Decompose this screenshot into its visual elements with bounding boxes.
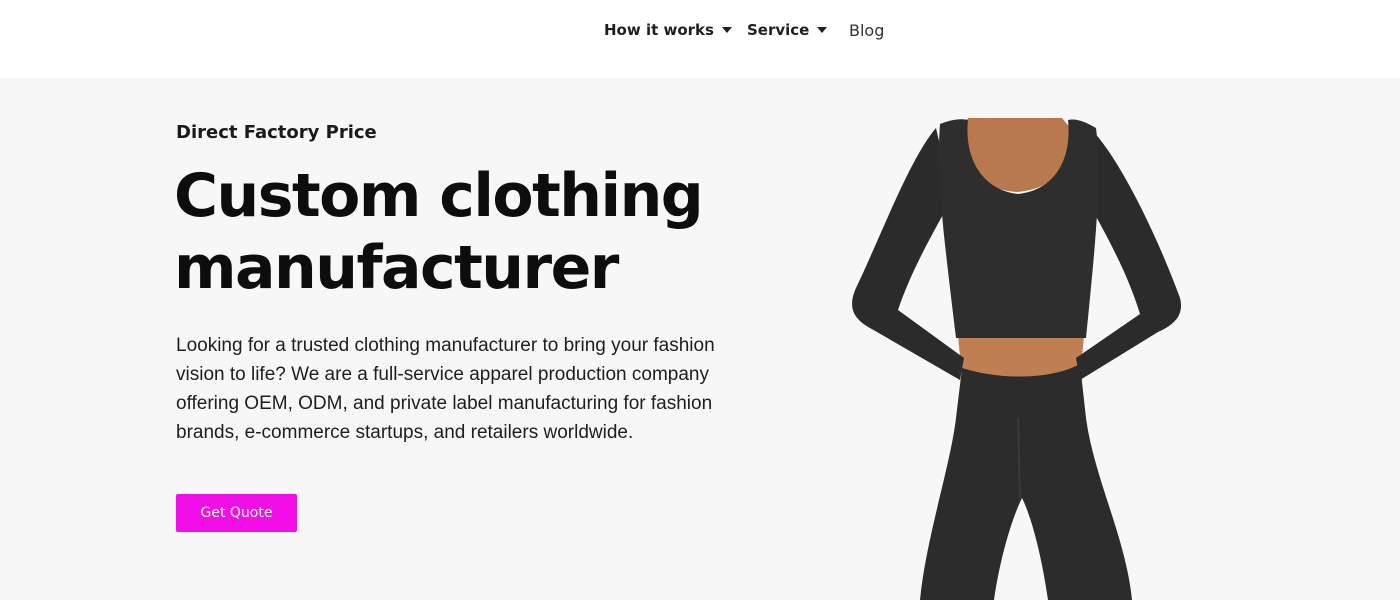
caret-down-icon [817,27,828,33]
get-quote-button[interactable]: Get Quote [176,494,297,532]
hero-eyebrow: Direct Factory Price [176,122,377,143]
top-navigation: How it works Service Blog [0,0,1400,78]
nav-item-how-it-works[interactable]: How it works [604,19,732,41]
nav-item-label: How it works [604,21,714,39]
hero-title: Custom clothing manufacturer [174,161,704,303]
model-leggings [920,364,1132,600]
hero-model-image [852,118,1182,600]
nav-item-service[interactable]: Service [747,19,828,41]
caret-down-icon [721,27,732,33]
nav-item-label: Service [747,21,810,39]
nav-item-blog[interactable]: Blog [849,19,884,41]
hero-description: Looking for a trusted clothing manufactu… [176,335,715,443]
nav-item-label: Blog [849,20,885,40]
